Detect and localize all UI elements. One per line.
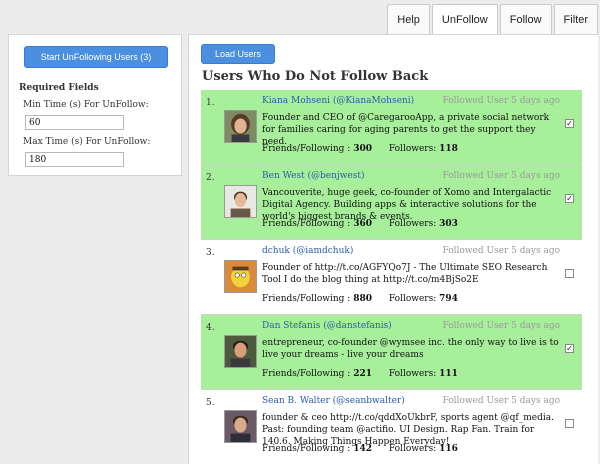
followers-count: 118 [439, 144, 458, 154]
friends-label: Friends/Following : [262, 444, 351, 454]
friends-count: 142 [353, 444, 373, 454]
followed-since: Followed User 5 days ago [442, 171, 560, 181]
start-unfollowing-button[interactable]: Start UnFollowing Users (3) [24, 46, 168, 68]
followers-label: Followers: [388, 369, 437, 379]
user-row: 5. Sean B. Walter (@seanbwalter) Followe… [201, 390, 582, 464]
followed-since: Followed User 5 days ago [442, 396, 560, 406]
ben-avatar-icon[interactable] [224, 185, 257, 218]
page-title: Users Who Do Not Follow Back [202, 69, 429, 84]
required-fields-heading: Required Fields [19, 83, 99, 93]
tab-strip: Help UnFollow Follow Filter [385, 4, 598, 34]
user-stats: Friends/Following : 360 Followers: 303 [262, 219, 458, 229]
min-time-label: Min Time (s) For UnFollow: [23, 100, 149, 110]
user-stats: Friends/Following : 880 Followers: 794 [262, 294, 458, 304]
user-row: 4. Dan Stefanis (@danstefanis) Followed … [201, 315, 582, 390]
followed-since: Followed User 5 days ago [442, 96, 560, 106]
row-number: 1. [206, 98, 215, 108]
friends-count: 360 [353, 219, 373, 229]
row-number: 2. [206, 173, 215, 183]
user-bio: entrepreneur, co-founder @wymsee inc. th… [262, 338, 559, 360]
followers-count: 111 [439, 369, 458, 379]
followers-count: 116 [439, 444, 458, 454]
select-checkbox[interactable] [565, 419, 574, 428]
min-time-input[interactable] [25, 115, 124, 130]
user-name-link[interactable]: Ben West (@benjwest) [262, 171, 365, 181]
user-stats: Friends/Following : 142 Followers: 116 [262, 444, 458, 454]
select-checkbox[interactable]: ✓ [565, 194, 574, 203]
user-stats: Friends/Following : 221 Followers: 111 [262, 369, 458, 379]
user-stats: Friends/Following : 300 Followers: 118 [262, 144, 458, 154]
friends-count: 880 [353, 294, 373, 304]
user-bio: Founder of http://t.co/AGFYQo7J - The Ul… [262, 263, 548, 285]
user-name-link[interactable]: Kiana Mohseni (@KianaMohseni) [262, 96, 414, 106]
followers-count: 303 [439, 219, 458, 229]
kiana-avatar-icon[interactable] [224, 110, 257, 143]
dchuk-avatar-icon[interactable] [224, 260, 257, 293]
followers-count: 794 [439, 294, 458, 304]
user-name-link[interactable]: Sean B. Walter (@seanbwalter) [262, 396, 405, 406]
select-checkbox[interactable]: ✓ [565, 344, 574, 353]
followers-label: Followers: [388, 294, 437, 304]
dan-avatar-icon[interactable] [224, 335, 257, 368]
max-time-input[interactable] [25, 152, 124, 167]
user-row: 2. Ben West (@benjwest) Followed User 5 … [201, 165, 582, 240]
user-bio: Vancouverite, huge geek, co-founder of X… [262, 188, 552, 222]
user-bio: founder & ceo http://t.co/qddXoUkbrF, sp… [262, 413, 554, 447]
friends-count: 221 [353, 369, 373, 379]
select-checkbox[interactable] [565, 269, 574, 278]
row-number: 3. [206, 248, 215, 258]
user-row: 3. dchuk (@iamdchuk) Followed User 5 day… [201, 240, 582, 315]
select-checkbox[interactable]: ✓ [565, 119, 574, 128]
friends-label: Friends/Following : [262, 144, 351, 154]
tab-unfollow[interactable]: UnFollow [431, 4, 498, 34]
row-number: 5. [206, 398, 215, 408]
load-users-button[interactable]: Load Users [201, 44, 275, 64]
friends-count: 300 [353, 144, 373, 154]
settings-panel: Start UnFollowing Users (3) Required Fie… [8, 34, 182, 176]
max-time-label: Max Time (s) For UnFollow: [23, 137, 151, 147]
tab-filter[interactable]: Filter [553, 4, 598, 34]
user-row: 1. Kiana Mohseni (@KianaMohseni) Followe… [201, 90, 582, 165]
user-list: 1. Kiana Mohseni (@KianaMohseni) Followe… [201, 90, 582, 464]
friends-label: Friends/Following : [262, 219, 351, 229]
main-panel: Load Users Users Who Do Not Follow Back … [188, 34, 598, 464]
tab-follow[interactable]: Follow [499, 4, 552, 34]
followers-label: Followers: [388, 219, 437, 229]
tab-help[interactable]: Help [387, 4, 430, 34]
user-name-link[interactable]: dchuk (@iamdchuk) [262, 246, 353, 256]
followers-label: Followers: [388, 144, 437, 154]
row-number: 4. [206, 323, 215, 333]
friends-label: Friends/Following : [262, 369, 351, 379]
followed-since: Followed User 5 days ago [442, 246, 560, 256]
followed-since: Followed User 5 days ago [442, 321, 560, 331]
friends-label: Friends/Following : [262, 294, 351, 304]
followers-label: Followers: [388, 444, 437, 454]
user-name-link[interactable]: Dan Stefanis (@danstefanis) [262, 321, 392, 331]
user-bio: Founder and CEO of @CaregarooApp, a priv… [262, 113, 550, 147]
sean-avatar-icon[interactable] [224, 410, 257, 443]
